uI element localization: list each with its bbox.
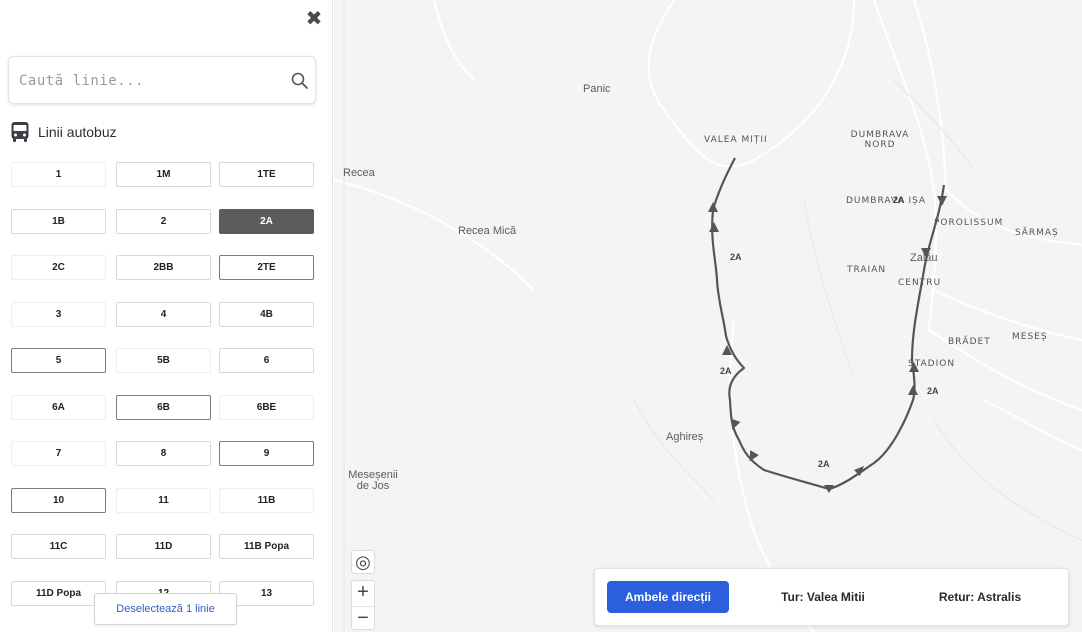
place-label: MESEȘ — [1012, 332, 1048, 342]
zoom-in-button[interactable]: + — [352, 581, 374, 605]
direction-both-button[interactable]: Ambele direcții — [607, 581, 729, 613]
place-label: VALEA MIȚII — [704, 135, 768, 145]
line-button[interactable]: 2C — [11, 255, 106, 280]
line-button[interactable]: 1 — [11, 162, 106, 187]
line-button[interactable]: 6A — [11, 394, 106, 420]
line-button[interactable]: 11B Popa — [219, 534, 314, 559]
deselect-lines-button[interactable]: Deselectează 1 linie — [94, 593, 237, 625]
line-button[interactable]: 5B — [116, 348, 211, 373]
place-label: TRAIAN — [847, 265, 887, 275]
place-label: BRĂDET — [948, 337, 991, 347]
line-button[interactable]: 5 — [11, 348, 106, 373]
route-number-label: 2A — [720, 366, 732, 376]
line-button[interactable]: 4B — [219, 301, 314, 327]
line-button[interactable]: 1B — [11, 208, 106, 234]
place-label: Recea — [343, 167, 375, 179]
place-label: Aghireș — [666, 431, 704, 443]
map-roads-minor — [343, 0, 1082, 632]
bus-lines-grid: 1 1M 1TE 1B 2 2A 2C 2BB 2TE 3 4 4B 5 5B 6 6A 6B 6BE 7 8 9 10 1… — [0, 0, 332, 632]
direction-selector: Ambele direcții Tur: Valea Mitii Retur: … — [594, 568, 1069, 626]
line-button[interactable]: 1M — [116, 162, 211, 187]
line-button[interactable]: 6BE — [219, 394, 314, 420]
route-2a — [711, 157, 946, 491]
direction-tur-button[interactable]: Tur: Valea Mitii — [763, 581, 883, 613]
line-button[interactable]: 7 — [11, 441, 106, 466]
line-button[interactable]: 2TE — [219, 255, 314, 280]
locate-me-button[interactable]: ◎ — [351, 550, 375, 574]
place-label: Zalău — [910, 252, 938, 264]
place-label: POROLISSUM — [934, 218, 1004, 228]
line-button[interactable]: 3 — [11, 301, 106, 327]
line-button[interactable]: 2BB — [116, 255, 211, 280]
map-view[interactable]: Panic Recea Recea Mică VALEA MIȚII DUMBRAVA … — [334, 0, 1082, 632]
route-number-label: 2A — [818, 459, 830, 469]
place-label: DUMBRAVA IȘA — [846, 196, 927, 206]
place-label: Panic — [583, 83, 611, 95]
place-label: DUMBRAVA NORD — [850, 130, 910, 150]
lines-panel: ✖ Linii autobuz 11M1TE1B22A2C2BB2TE344B5… — [0, 0, 333, 632]
map-canvas — [334, 0, 1082, 632]
route-number-label: 2A — [927, 386, 939, 396]
place-label: CENTRU — [898, 278, 942, 288]
line-button[interactable]: 11D Popa — [11, 580, 106, 606]
line-button[interactable]: 8 — [116, 441, 211, 466]
place-label: Meseșenii de Jos — [348, 469, 398, 492]
place-label: Recea Mică — [458, 225, 517, 237]
route-number-label: 2A — [730, 252, 742, 262]
place-label: SĂRMAȘ — [1015, 228, 1059, 238]
line-button[interactable]: 11 — [116, 487, 211, 513]
line-button[interactable]: 6 — [219, 348, 314, 373]
line-button[interactable]: 11C — [11, 534, 106, 559]
line-button[interactable]: 6B — [116, 394, 211, 420]
line-button[interactable]: 2A — [219, 208, 314, 234]
line-button[interactable]: 11B — [219, 487, 314, 513]
line-button[interactable]: 2 — [116, 208, 211, 234]
place-label: STADION — [908, 359, 956, 369]
direction-retur-button[interactable]: Retur: Astralis — [910, 581, 1050, 613]
line-button[interactable]: 11D — [116, 534, 211, 559]
map-roads — [334, 0, 1082, 632]
route-number-label: 2A — [893, 195, 905, 205]
line-button[interactable]: 9 — [219, 441, 314, 466]
zoom-out-button[interactable]: − — [352, 606, 374, 630]
line-button[interactable]: 1TE — [219, 162, 314, 187]
line-button[interactable]: 10 — [11, 487, 106, 513]
zoom-controls: + − — [351, 580, 375, 630]
line-button[interactable]: 4 — [116, 301, 211, 327]
